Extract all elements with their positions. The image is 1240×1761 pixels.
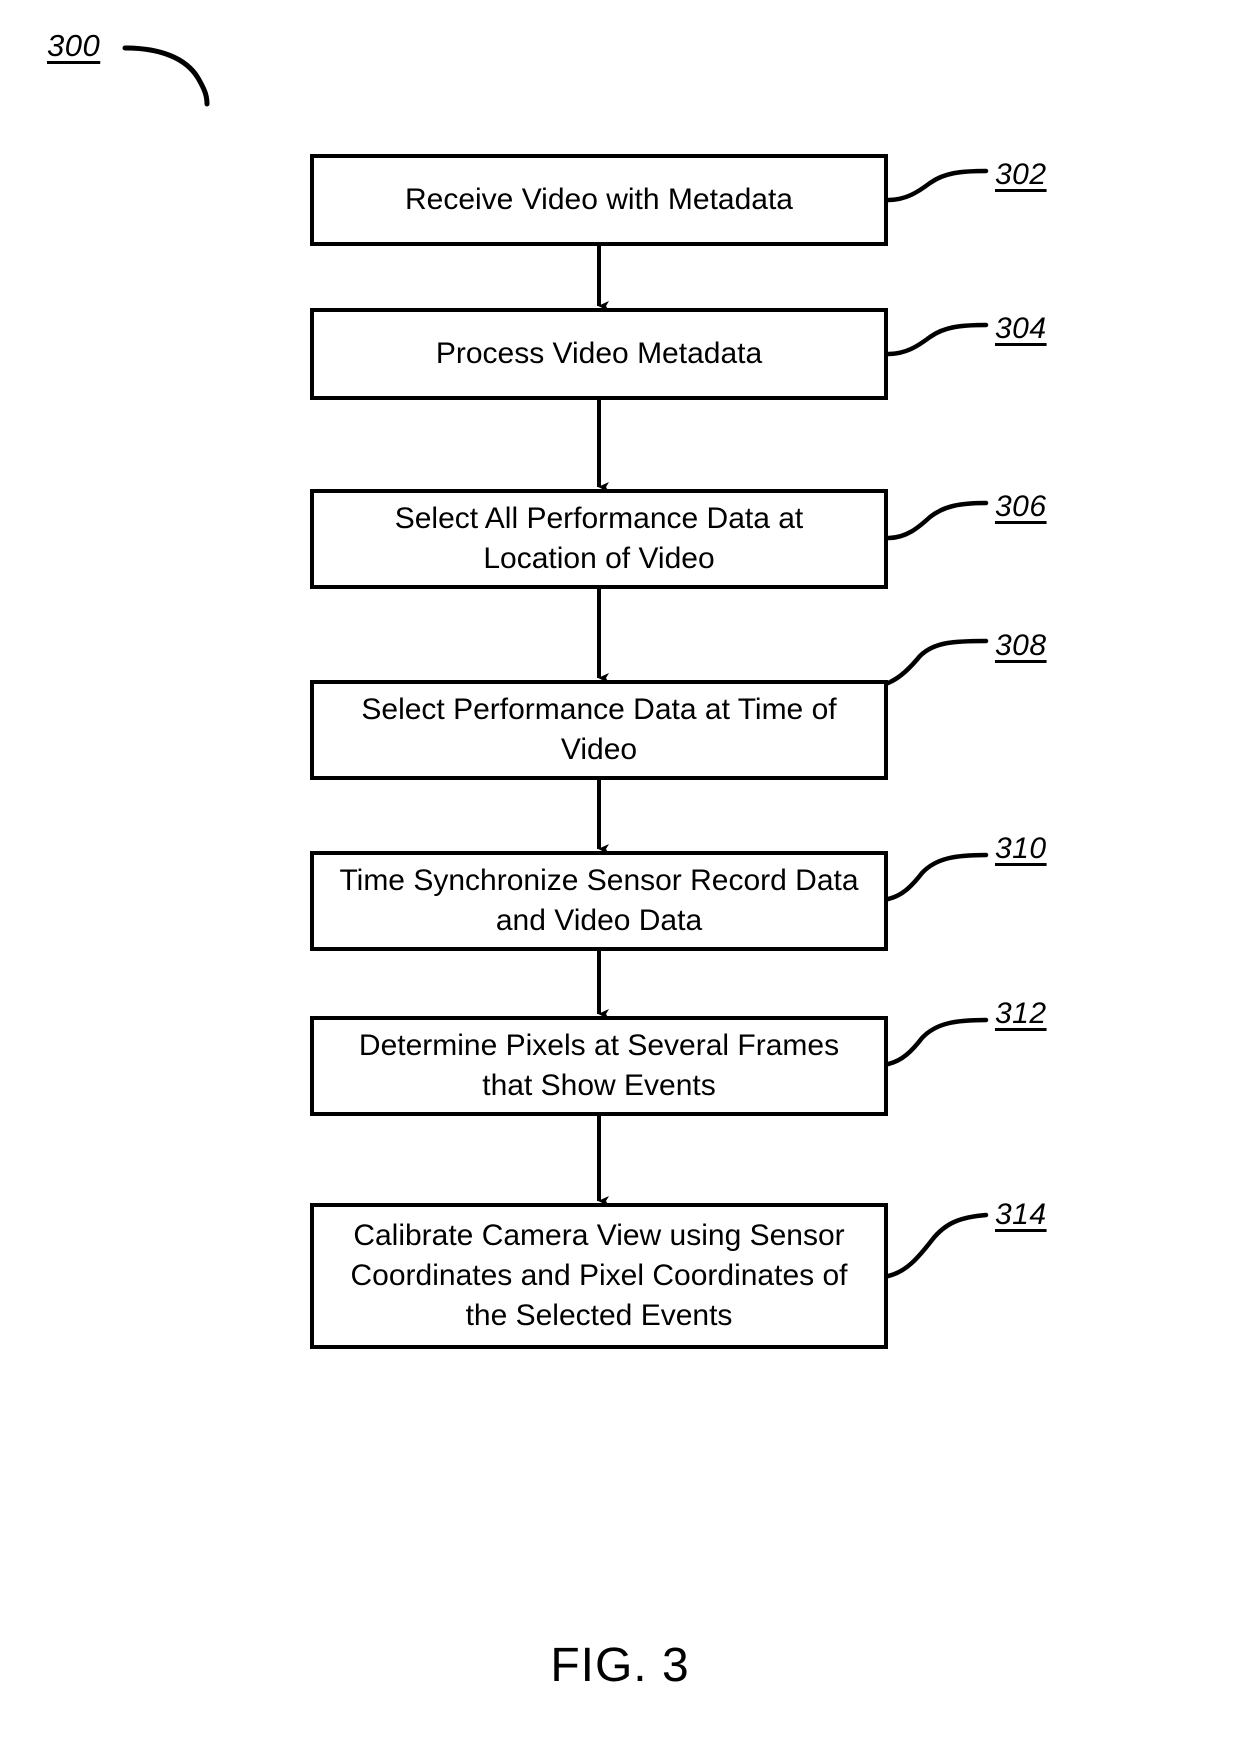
leader-line-308 (885, 638, 989, 686)
reference-leader-lines (885, 168, 989, 1279)
reference-numeral-304: 304 (995, 312, 1047, 345)
process-box-302[interactable]: Receive Video with Metadata (310, 154, 888, 246)
reference-numeral-310: 310 (995, 832, 1047, 865)
reference-numeral-306: 306 (995, 490, 1047, 523)
process-box-label-314: Calibrate Camera View using Sensor Coord… (350, 1219, 848, 1332)
leader-line-310 (885, 852, 989, 902)
patent-flowchart-figure: 300 Receive Video with Metadata Process V… (0, 0, 1240, 1761)
process-box-label-312: Determine Pixels at Several Frames that … (358, 1029, 840, 1102)
process-box-label-310: Time Synchronize Sensor Record Data and … (339, 864, 859, 937)
process-box-310[interactable]: Time Synchronize Sensor Record Data and … (310, 851, 888, 951)
leader-line-306 (885, 500, 989, 541)
figure-caption: FIG. 3 (550, 1639, 690, 1692)
process-box-label-308: Select Performance Data at Time of Video (361, 693, 837, 766)
figure-id-leader-curve (122, 45, 210, 107)
process-box-304[interactable]: Process Video Metadata (310, 308, 888, 400)
process-box-306[interactable]: Select All Performance Data at Location … (310, 489, 888, 589)
leader-line-312 (885, 1017, 989, 1067)
figure-id-leader-line (122, 45, 210, 107)
process-box-label-306: Select All Performance Data at Location … (394, 502, 804, 575)
process-box-312[interactable]: Determine Pixels at Several Frames that … (310, 1016, 888, 1116)
process-box-label-304: Process Video Metadata (435, 337, 763, 370)
process-box-314[interactable]: Calibrate Camera View using Sensor Coord… (310, 1203, 888, 1349)
reference-numeral-302: 302 (995, 158, 1047, 191)
reference-numeral-308: 308 (995, 629, 1047, 662)
leader-line-304 (885, 322, 989, 357)
process-box-label-302: Receive Video with Metadata (404, 183, 793, 216)
reference-numeral-312: 312 (995, 997, 1047, 1030)
process-box-308[interactable]: Select Performance Data at Time of Video (310, 680, 888, 780)
figure-id-300: 300 (47, 28, 101, 63)
reference-numeral-314: 314 (995, 1198, 1047, 1231)
leader-line-314 (885, 1212, 989, 1279)
leader-line-302 (885, 168, 989, 203)
